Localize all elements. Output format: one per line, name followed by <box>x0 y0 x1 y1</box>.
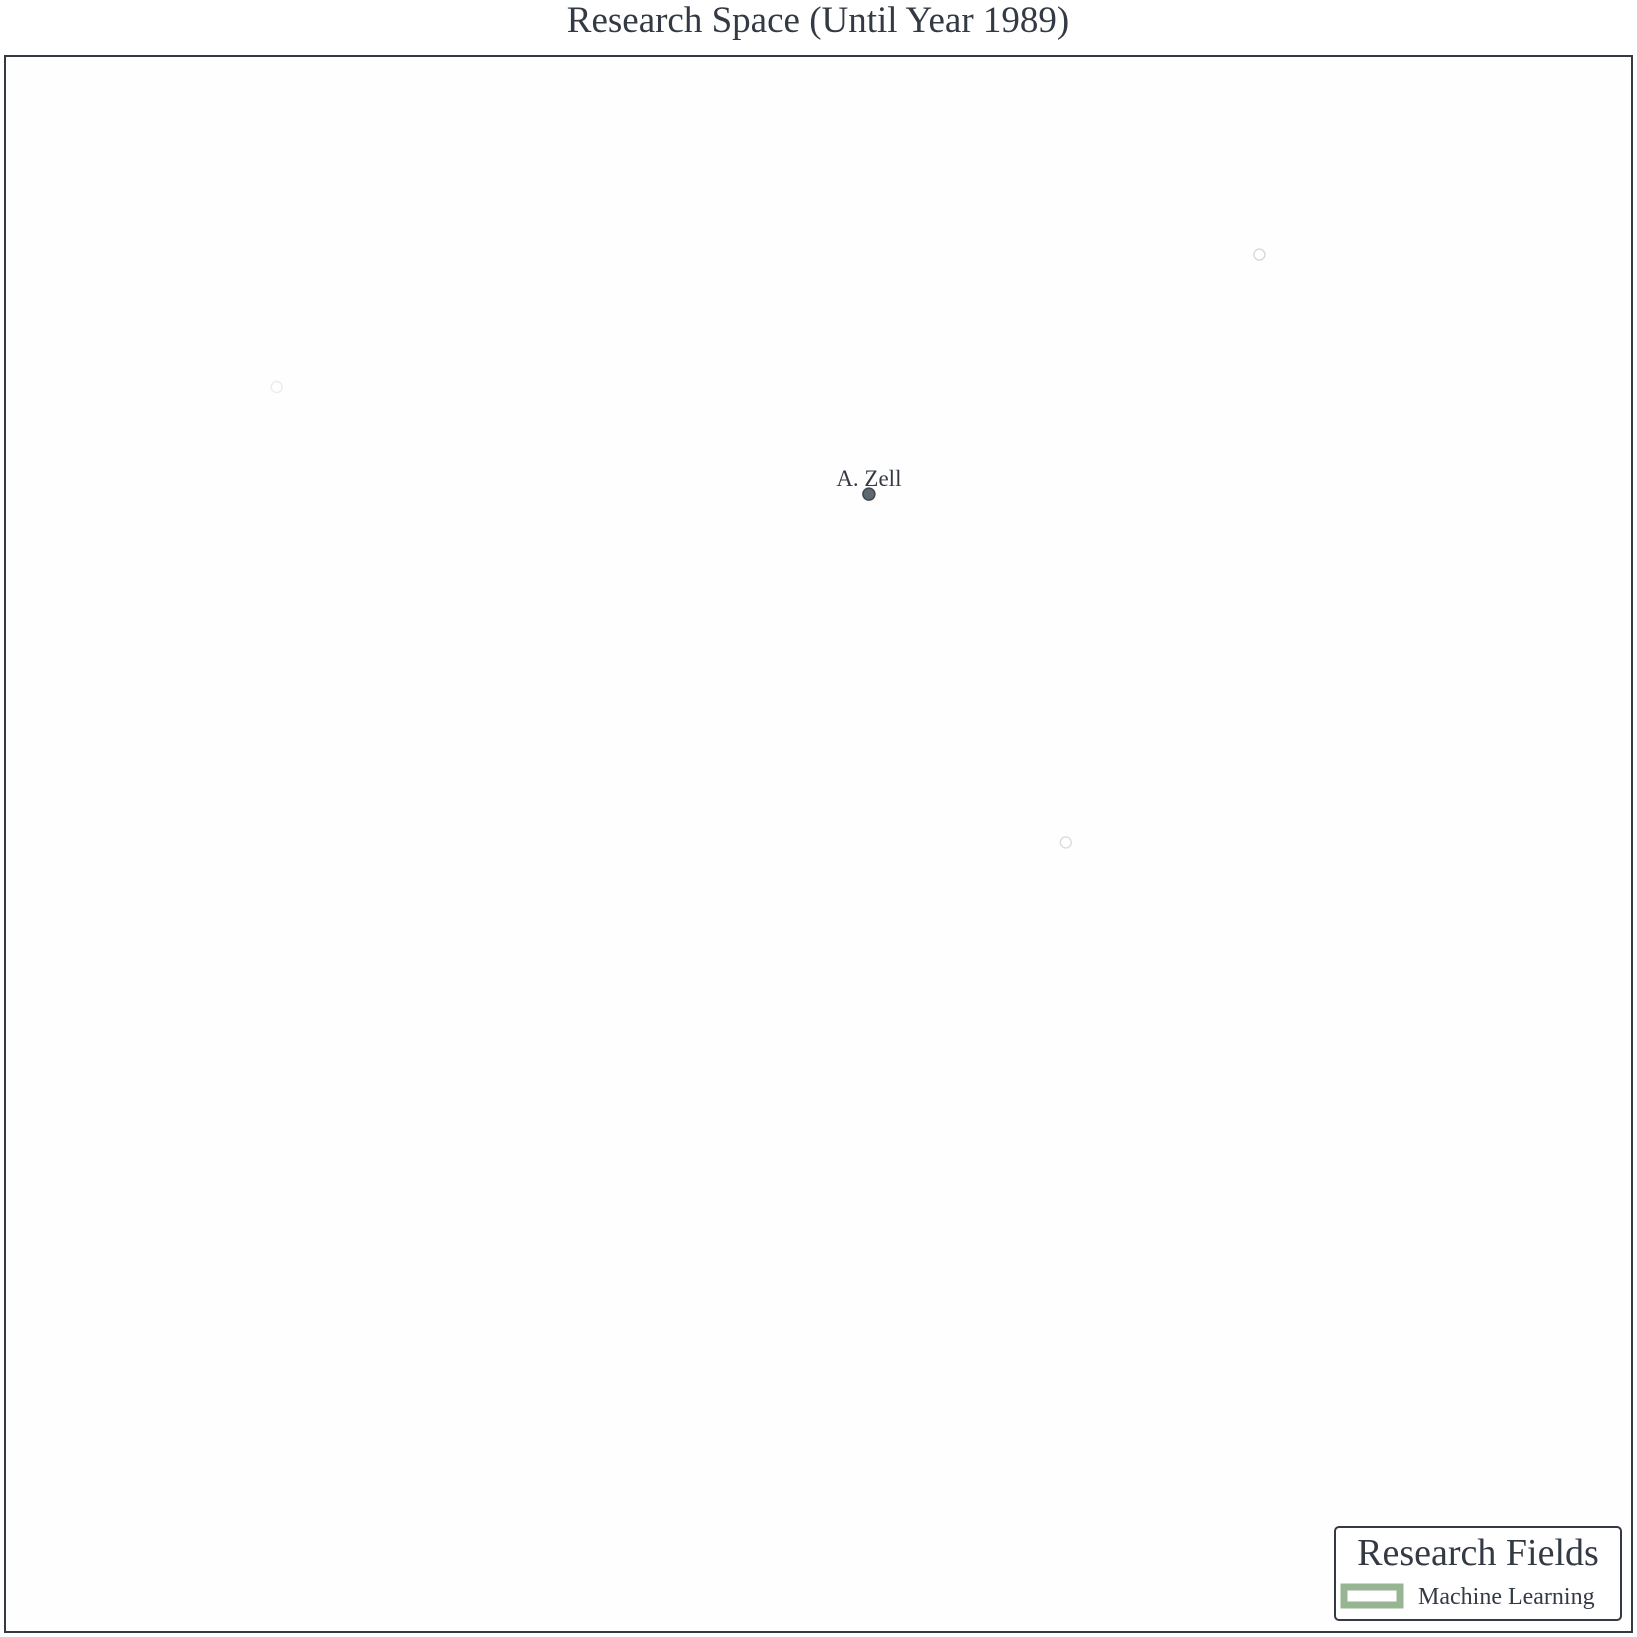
labels-layer: A. Zell <box>836 466 901 491</box>
legend: Research Fields Machine Learning <box>1334 1526 1622 1621</box>
legend-title: Research Fields <box>1357 1532 1599 1574</box>
chart-root: Research Space (Until Year 1989) A. Zell… <box>0 0 1637 1637</box>
data-point-3 <box>270 380 283 394</box>
data-point-4 <box>1059 836 1073 849</box>
legend-entries: Machine Learning <box>1340 1583 1595 1610</box>
chart-title: Research Space (Until Year 1989) <box>567 0 1069 41</box>
legend-swatch <box>1340 1583 1404 1609</box>
chart-svg: Research Space (Until Year 1989) A. Zell… <box>4 0 1633 1633</box>
legend-label: Machine Learning <box>1418 1584 1595 1610</box>
data-point-2 <box>1253 248 1266 261</box>
point-label: A. Zell <box>836 466 901 491</box>
plot-area <box>4 55 1633 1633</box>
